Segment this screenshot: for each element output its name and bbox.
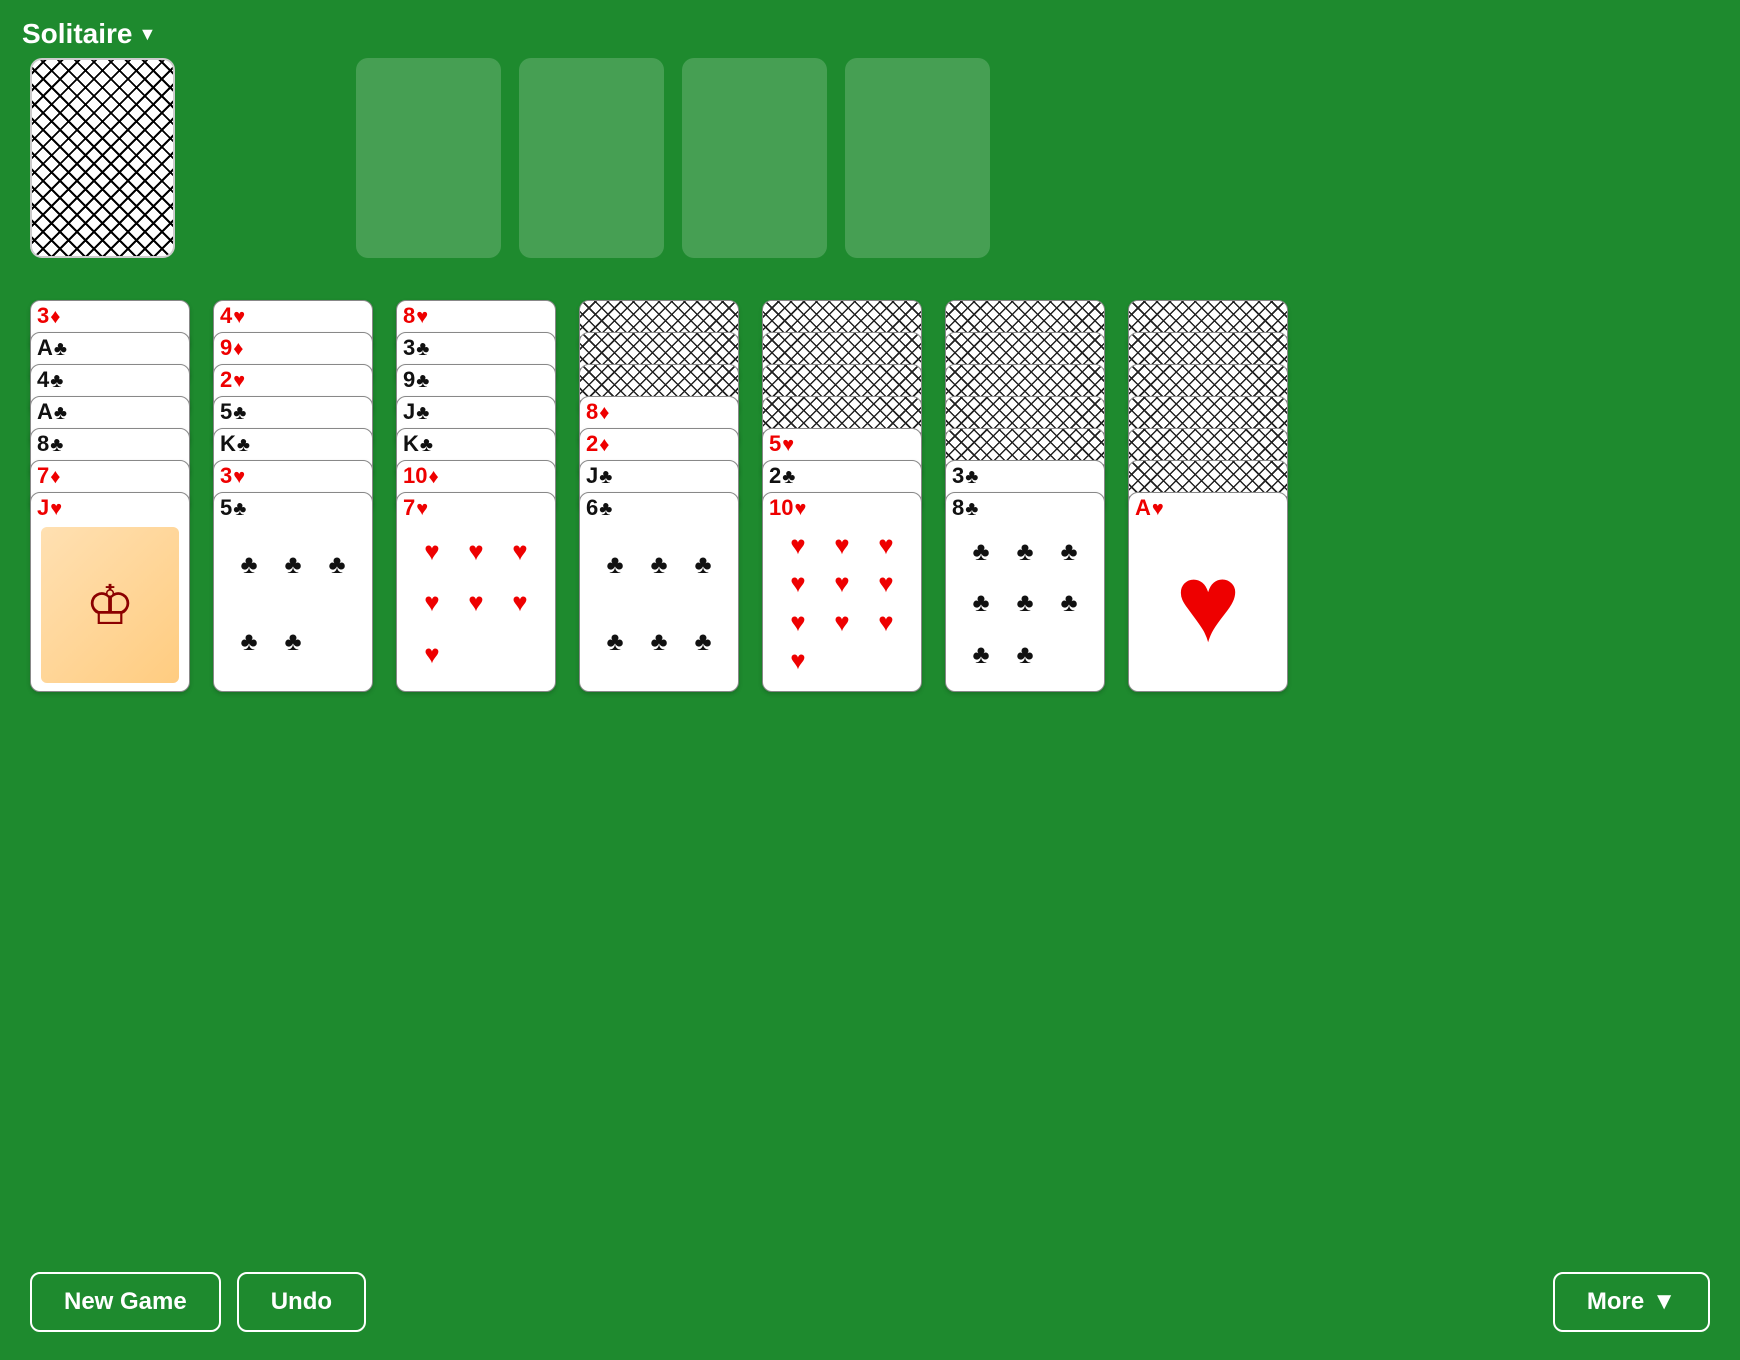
foundation-slot-3[interactable] [682, 58, 827, 258]
more-button[interactable]: More ▼ [1553, 1272, 1710, 1332]
undo-button[interactable]: Undo [237, 1272, 366, 1332]
card-10-heart[interactable]: 10♥♥♥♥♥♥♥♥♥♥♥ [762, 492, 922, 692]
foundation-slot-2[interactable] [519, 58, 664, 258]
app-header: Solitaire ▼ [22, 18, 156, 50]
bottom-left-buttons: New Game Undo [30, 1272, 366, 1332]
more-label: More [1587, 1288, 1644, 1316]
top-area [30, 58, 990, 258]
app-title: Solitaire [22, 18, 132, 50]
stock-pile[interactable] [30, 58, 175, 258]
tableau-column-3: 8♥3♣9♣J♣K♣10♦7♥♥♥♥♥♥♥♥ [396, 300, 561, 692]
tableau-column-6: 3♣8♣♣♣♣♣♣♣♣♣ [945, 300, 1110, 692]
card-A-heart[interactable]: A♥♥ [1128, 492, 1288, 692]
tableau-column-1: 3♦A♣4♣A♣8♣7♦J♥♔ [30, 300, 195, 692]
new-game-button[interactable]: New Game [30, 1272, 221, 1332]
card-7-heart[interactable]: 7♥♥♥♥♥♥♥♥ [396, 492, 556, 692]
more-arrow: ▼ [1652, 1288, 1676, 1316]
tableau-column-7: A♥♥ [1128, 300, 1293, 692]
tableau-column-5: 5♥2♣10♥♥♥♥♥♥♥♥♥♥♥ [762, 300, 927, 692]
tableau: 3♦A♣4♣A♣8♣7♦J♥♔4♥9♦2♥5♣K♣3♥5♣♣♣♣♣♣8♥3♣9♣… [30, 300, 1293, 692]
tableau-column-2: 4♥9♦2♥5♣K♣3♥5♣♣♣♣♣♣ [213, 300, 378, 692]
bottom-bar: New Game Undo More ▼ [30, 1272, 1710, 1332]
card-5-club[interactable]: 5♣♣♣♣♣♣ [213, 492, 373, 692]
foundation-slot-4[interactable] [845, 58, 990, 258]
card-6-club[interactable]: 6♣♣♣♣♣♣♣ [579, 492, 739, 692]
card-8-club[interactable]: 8♣♣♣♣♣♣♣♣♣ [945, 492, 1105, 692]
card-J-heart[interactable]: J♥♔ [30, 492, 190, 692]
foundation-slot-1[interactable] [356, 58, 501, 258]
title-arrow: ▼ [138, 24, 156, 45]
tableau-column-4: 8♦2♦J♣6♣♣♣♣♣♣♣ [579, 300, 744, 692]
